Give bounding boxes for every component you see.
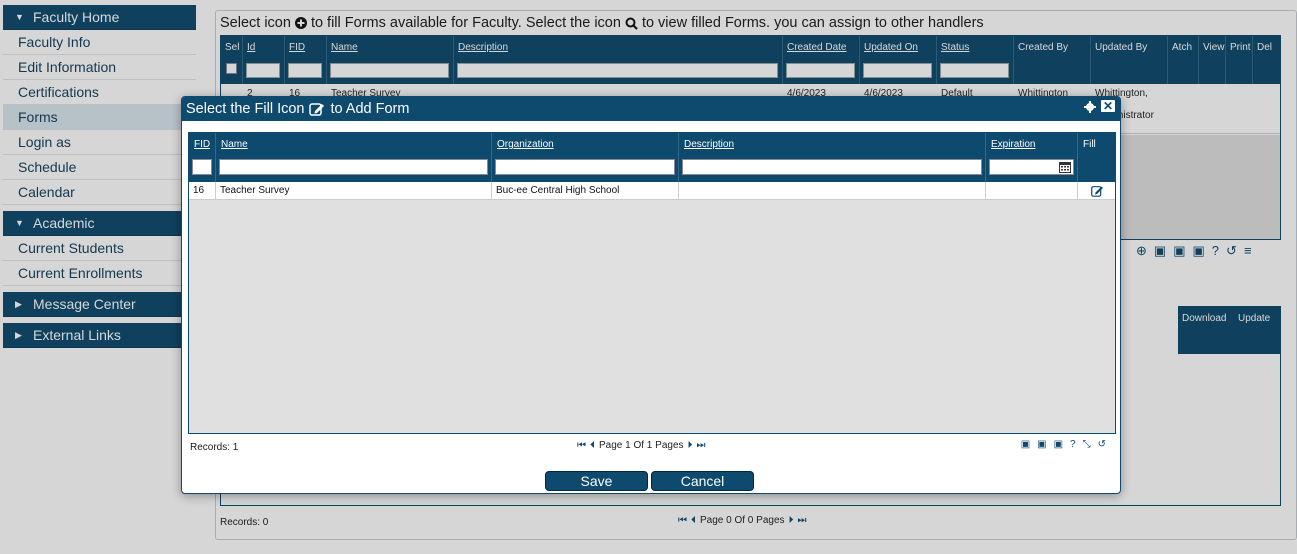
col-label: Expiration — [991, 139, 1036, 150]
next-page-icon[interactable]: ⏵ — [688, 440, 693, 451]
first-page-icon[interactable]: ⏮ — [577, 440, 586, 451]
col-fill: Fill — [1078, 133, 1115, 182]
filter-fid[interactable] — [192, 159, 212, 175]
records-count: Records: 1 — [190, 442, 239, 453]
available-forms-grid: FID Name Organization Description Expira… — [188, 132, 1116, 434]
edit-icon — [309, 102, 325, 116]
col-label: Organization — [497, 139, 554, 150]
col-expiration[interactable]: Expiration — [986, 133, 1078, 182]
dialog-title-part1: Select the Fill Icon — [186, 101, 305, 117]
col-label: Name — [221, 139, 248, 150]
col-label: Description — [684, 139, 735, 150]
col-label: Fill — [1083, 139, 1096, 150]
cell-expiration — [986, 182, 1078, 200]
last-page-icon[interactable]: ⏭ — [697, 440, 706, 451]
export-excel-icon[interactable]: ▣ — [1054, 439, 1063, 450]
filter-expiration[interactable] — [989, 159, 1074, 175]
col-name[interactable]: Name — [216, 133, 492, 182]
cell-description — [679, 182, 986, 200]
dialog-grid-footer: Records: 1 ⏮ ⏴ Page 1 Of 1 Pages ⏵ ⏭ ▣ ▣… — [188, 437, 1116, 457]
refresh-icon[interactable]: ↺ — [1098, 439, 1106, 450]
filter-name[interactable] — [219, 159, 488, 175]
collapse-icon[interactable]: ⤡ — [1083, 439, 1091, 450]
cell-fill — [1078, 182, 1115, 200]
col-label: FID — [194, 139, 211, 150]
pager: ⏮ ⏴ Page 1 Of 1 Pages ⏵ ⏭ — [577, 440, 706, 451]
dialog-title-part2: to Add Form — [330, 101, 410, 117]
calendar-icon[interactable] — [1059, 161, 1071, 173]
available-forms-header: FID Name Organization Description Expira… — [189, 133, 1115, 182]
help-icon[interactable]: ? — [1070, 439, 1076, 450]
dialog-grid-toolbar: ▣ ▣ ▣ ? ⤡ ↺ — [1021, 439, 1106, 450]
cell-name: Teacher Survey — [216, 182, 492, 200]
table-row[interactable]: 16 Teacher Survey Buc-ee Central High Sc… — [189, 182, 1115, 200]
filter-description[interactable] — [682, 159, 982, 175]
cell-organization: Buc-ee Central High School — [492, 182, 679, 200]
col-description[interactable]: Description — [679, 133, 986, 182]
export-excel-icon[interactable]: ▣ — [1021, 439, 1030, 450]
page-indicator: Page 1 Of 1 Pages — [599, 440, 684, 451]
dialog-title-bar[interactable]: Select the Fill Icon to Add Form ✕ — [182, 97, 1120, 121]
col-organization[interactable]: Organization — [492, 133, 679, 182]
export-excel-icon[interactable]: ▣ — [1037, 439, 1046, 450]
save-button[interactable]: Save — [545, 471, 648, 491]
gear-icon[interactable] — [1084, 101, 1096, 113]
col-fid[interactable]: FID — [189, 133, 216, 182]
filter-organization[interactable] — [495, 159, 675, 175]
close-icon[interactable]: ✕ — [1100, 99, 1116, 113]
fill-edit-icon[interactable] — [1091, 185, 1104, 197]
prev-page-icon[interactable]: ⏴ — [590, 440, 595, 451]
cell-fid: 16 — [189, 182, 216, 200]
add-form-dialog: Select the Fill Icon to Add Form ✕ FID N… — [181, 96, 1121, 494]
cancel-button[interactable]: Cancel — [651, 471, 754, 491]
